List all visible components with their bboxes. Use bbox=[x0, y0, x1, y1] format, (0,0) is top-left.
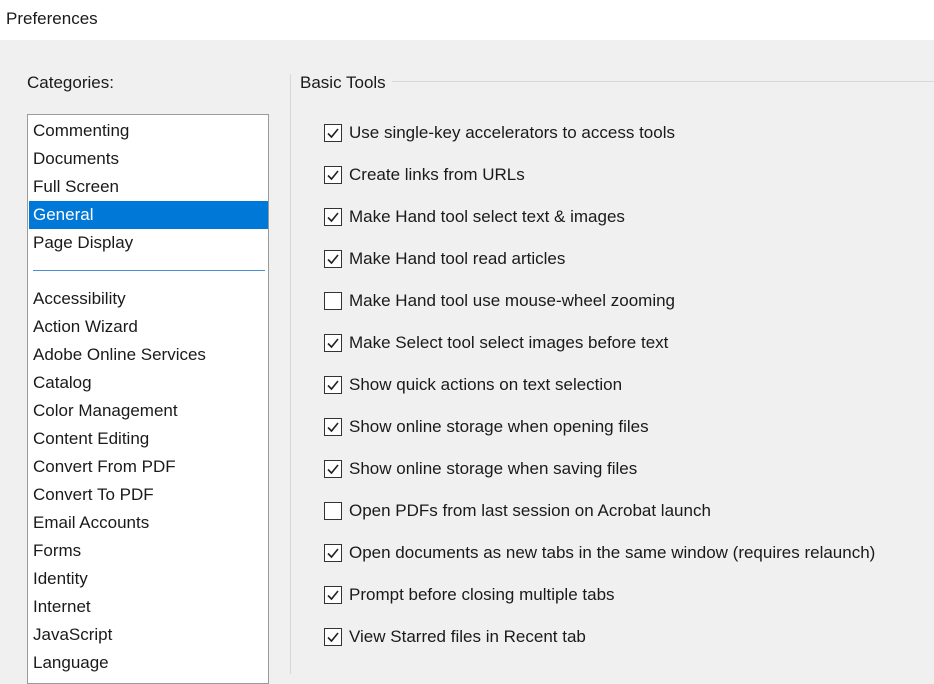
checkmark-icon bbox=[327, 464, 339, 475]
option-row[interactable]: Make Hand tool select text & images bbox=[324, 206, 625, 228]
checkbox[interactable] bbox=[324, 250, 342, 268]
option-row[interactable]: Show online storage when saving files bbox=[324, 458, 637, 480]
title-bar: Preferences bbox=[0, 0, 934, 40]
option-label: Make Hand tool use mouse-wheel zooming bbox=[349, 291, 676, 310]
checkmark-icon bbox=[327, 128, 339, 139]
category-item-page-display[interactable]: Page Display bbox=[29, 229, 268, 257]
option-label: Open documents as new tabs in the same w… bbox=[349, 543, 876, 562]
checkbox[interactable] bbox=[324, 586, 342, 604]
option-label: Make Hand tool select text & images bbox=[349, 207, 625, 226]
checkbox[interactable] bbox=[324, 460, 342, 478]
basic-tools-group-line bbox=[392, 81, 934, 82]
option-label: Use single-key accelerators to access to… bbox=[349, 123, 675, 142]
category-item-full-screen[interactable]: Full Screen bbox=[29, 173, 268, 201]
basic-tools-heading: Basic Tools bbox=[300, 73, 386, 92]
categories-label: Categories: bbox=[27, 73, 114, 92]
option-row[interactable]: Prompt before closing multiple tabs bbox=[324, 584, 615, 606]
option-row[interactable]: Make Hand tool use mouse-wheel zooming bbox=[324, 290, 675, 312]
checkmark-icon bbox=[327, 422, 339, 433]
option-row[interactable]: Use single-key accelerators to access to… bbox=[324, 122, 675, 144]
checkbox[interactable] bbox=[324, 124, 342, 142]
option-row[interactable]: Make Hand tool read articles bbox=[324, 248, 565, 270]
category-item-internet[interactable]: Internet bbox=[29, 593, 268, 621]
option-label: Open PDFs from last session on Acrobat l… bbox=[349, 501, 711, 520]
checkbox[interactable] bbox=[324, 376, 342, 394]
category-item-content-editing[interactable]: Content Editing bbox=[29, 425, 268, 453]
category-item-catalog[interactable]: Catalog bbox=[29, 369, 268, 397]
checkmark-icon bbox=[327, 632, 339, 643]
option-row[interactable]: Create links from URLs bbox=[324, 164, 525, 186]
option-row[interactable]: Make Select tool select images before te… bbox=[324, 332, 668, 354]
option-label: Show online storage when opening files bbox=[349, 417, 649, 436]
checkbox[interactable] bbox=[324, 208, 342, 226]
checkmark-icon bbox=[327, 548, 339, 559]
option-label: Create links from URLs bbox=[349, 165, 525, 184]
category-item-convert-to-pdf[interactable]: Convert To PDF bbox=[29, 481, 268, 509]
option-label: Show quick actions on text selection bbox=[349, 375, 623, 394]
checkbox[interactable] bbox=[324, 502, 342, 520]
checkbox[interactable] bbox=[324, 166, 342, 184]
categories-separator bbox=[33, 270, 265, 271]
checkmark-icon bbox=[327, 170, 339, 181]
option-row[interactable]: Open PDFs from last session on Acrobat l… bbox=[324, 500, 711, 522]
option-label: Show online storage when saving files bbox=[349, 459, 638, 478]
checkmark-icon bbox=[327, 590, 339, 601]
option-label: Prompt before closing multiple tabs bbox=[349, 585, 615, 604]
categories-list[interactable]: Commenting Documents Full Screen General Pag… bbox=[27, 114, 269, 684]
category-item-identity[interactable]: Identity bbox=[29, 565, 268, 593]
category-item-color-management[interactable]: Color Management bbox=[29, 397, 268, 425]
category-item-forms[interactable]: Forms bbox=[29, 537, 268, 565]
category-item-accessibility[interactable]: Accessibility bbox=[29, 285, 268, 313]
category-item-convert-from-pdf[interactable]: Convert From PDF bbox=[29, 453, 268, 481]
checkbox[interactable] bbox=[324, 292, 342, 310]
category-item-javascript[interactable]: JavaScript bbox=[29, 621, 268, 649]
checkmark-icon bbox=[327, 212, 339, 223]
option-label: Make Select tool select images before te… bbox=[349, 333, 669, 352]
option-label: View Starred files in Recent tab bbox=[349, 627, 586, 646]
checkmark-icon bbox=[327, 380, 339, 391]
category-item-adobe-online-services[interactable]: Adobe Online Services bbox=[29, 341, 268, 369]
option-label: Make Hand tool read articles bbox=[349, 249, 566, 268]
category-item-commenting[interactable]: Commenting bbox=[29, 117, 268, 145]
window-title: Preferences bbox=[6, 9, 98, 28]
panel-divider bbox=[290, 74, 291, 674]
checkbox[interactable] bbox=[324, 334, 342, 352]
category-item-documents[interactable]: Documents bbox=[29, 145, 268, 173]
checkmark-icon bbox=[327, 338, 339, 349]
checkmark-icon bbox=[327, 254, 339, 265]
checkbox[interactable] bbox=[324, 418, 342, 436]
category-item-action-wizard[interactable]: Action Wizard bbox=[29, 313, 268, 341]
option-row[interactable]: Show online storage when opening files bbox=[324, 416, 649, 438]
option-row[interactable]: View Starred files in Recent tab bbox=[324, 626, 586, 648]
option-row[interactable]: Show quick actions on text selection bbox=[324, 374, 622, 396]
checkbox[interactable] bbox=[324, 628, 342, 646]
option-row[interactable]: Open documents as new tabs in the same w… bbox=[324, 542, 875, 564]
category-item-email-accounts[interactable]: Email Accounts bbox=[29, 509, 268, 537]
checkbox[interactable] bbox=[324, 544, 342, 562]
category-item-general[interactable]: General bbox=[29, 201, 268, 229]
